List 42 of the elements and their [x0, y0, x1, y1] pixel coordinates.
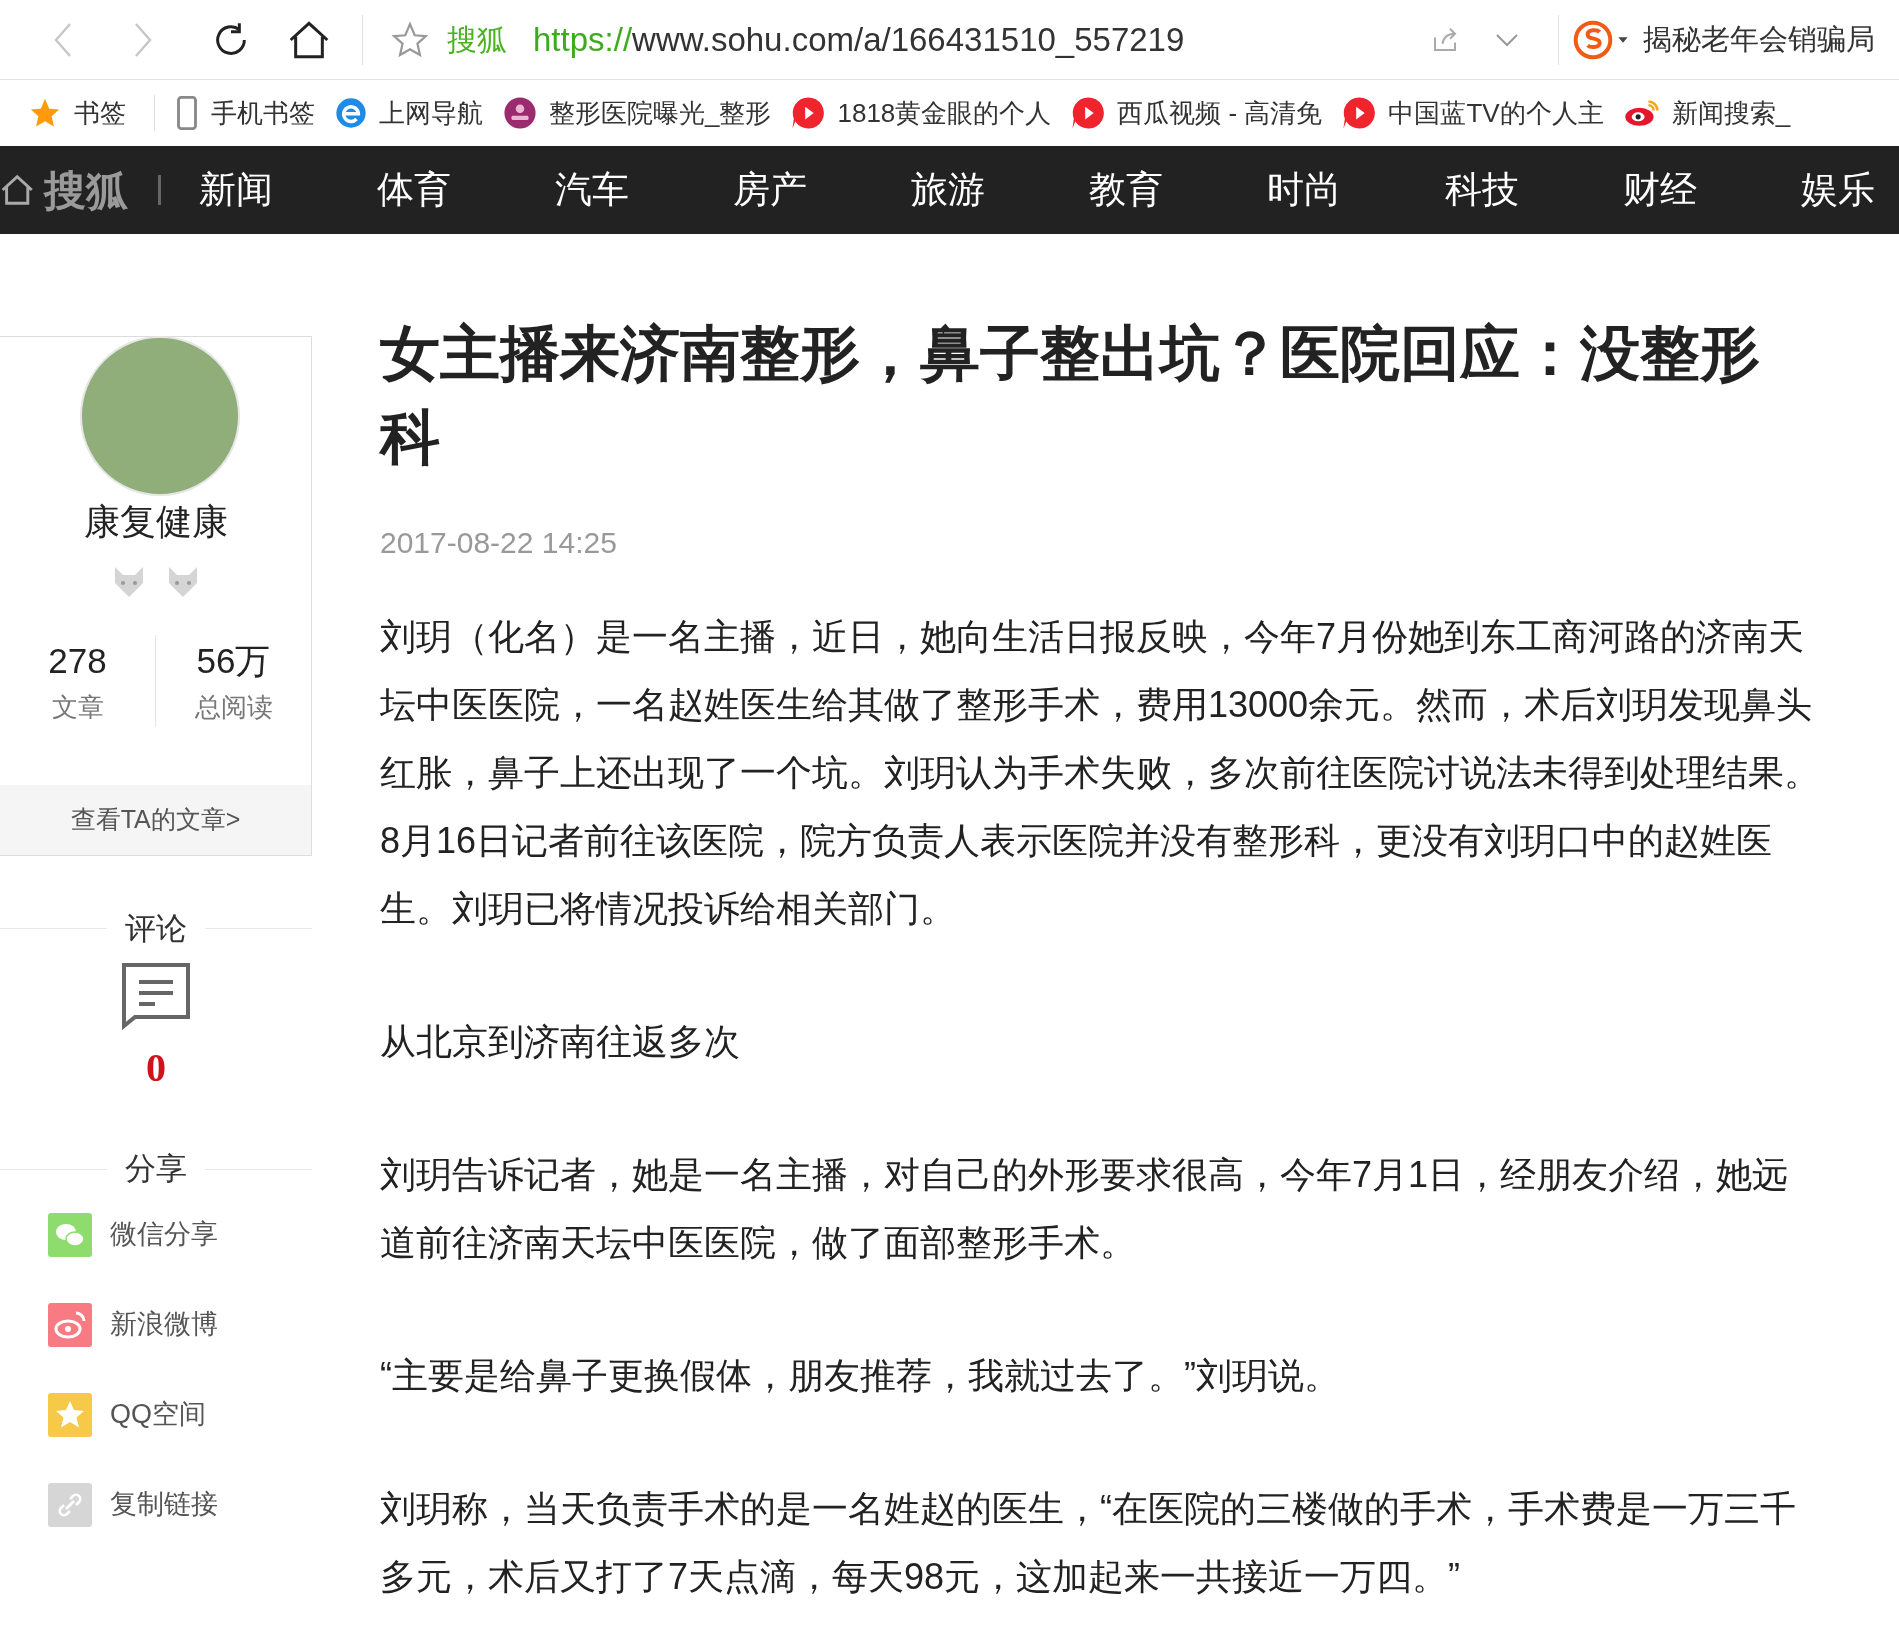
- article-paragraph: 从北京到济南往返多次: [380, 1020, 741, 1064]
- comments-heading: 评论: [124, 909, 188, 948]
- article-title: 女主播来济南整形，鼻子整出坑？医院回应：没整形科: [380, 319, 1760, 473]
- nav-link[interactable]: 汽车: [555, 162, 653, 218]
- bookmark-item[interactable]: 整形医院曝光_整形: [503, 93, 772, 133]
- article-paragraph: 刘玥称，当天负责手术的是一名姓赵的医生，“在医院的三楼做的手术，手术费是一万三千多元，术后又打了7天点滴，每天98元，这加起来一共接近一万四。”: [380, 1487, 1797, 1599]
- address-field[interactable]: https://www.sohu.com/a/166431510_557219: [533, 14, 1430, 65]
- nav-link[interactable]: 财经: [1623, 162, 1721, 218]
- nav-link[interactable]: 教育: [1089, 162, 1187, 218]
- comment-count: 0: [146, 1044, 166, 1092]
- article-date: 2017-08-22 14:25: [380, 525, 618, 561]
- bookmark-item[interactable]: 手机书签: [175, 93, 315, 133]
- article-paragraph: “主要是给鼻子更换假体，朋友推荐，我就过去了。”刘玥说。: [380, 1354, 1341, 1398]
- bookmark-item[interactable]: 西瓜视频 - 高清免: [1071, 93, 1323, 133]
- bookmark-item[interactable]: 上网导航: [335, 93, 483, 133]
- site-name: 搜狐: [447, 22, 507, 58]
- nav-link[interactable]: 时尚: [1267, 162, 1365, 218]
- stat-label: 总阅读: [194, 690, 273, 724]
- share-option[interactable]: 复制链接: [48, 1482, 312, 1527]
- search-suggestion[interactable]: 揭秘老年会销骗局: [1643, 17, 1875, 62]
- stat-label: 文章: [51, 690, 104, 724]
- share-option[interactable]: 微信分享: [48, 1212, 312, 1257]
- author-articles-link[interactable]: 查看TA的文章>: [0, 784, 311, 855]
- site-logo[interactable]: 搜狐: [44, 158, 129, 222]
- share-heading: 分享: [124, 1150, 188, 1188]
- share-option[interactable]: 新浪微博: [48, 1302, 312, 1347]
- nav-link[interactable]: 新闻: [199, 162, 297, 218]
- bookmark-item[interactable]: 新闻搜索_: [1623, 93, 1791, 133]
- author-name: 康复健康: [83, 500, 228, 544]
- bookmark-item[interactable]: 中国蓝TV的个人主: [1342, 93, 1604, 133]
- nav-link[interactable]: 房产: [733, 162, 831, 218]
- stat-value: 278: [48, 640, 107, 682]
- nav-link[interactable]: 旅游: [911, 162, 1009, 218]
- bookmark-item[interactable]: 1818黄金眼的个人: [791, 93, 1052, 133]
- stat-value: 56万: [196, 640, 271, 682]
- nav-link[interactable]: 体育: [377, 162, 475, 218]
- bookmark-item[interactable]: 书签: [28, 93, 126, 133]
- article-paragraph: 刘玥告诉记者，她是一名主播，对自己的外形要求很高，今年7月1日，经朋友介绍，她远道前往济南天坛中医医院，做了面部整形手术。: [380, 1153, 1790, 1265]
- share-option[interactable]: QQ空间: [48, 1392, 312, 1437]
- nav-link[interactable]: 科技: [1445, 162, 1543, 218]
- nav-link[interactable]: 娱乐: [1801, 162, 1899, 218]
- article-paragraph: 刘玥（化名）是一名主播，近日，她向生活日报反映，今年7月份她到东工商河路的济南天坛中医医院，一名赵姓医生给其做了整形手术，费用13000余元。然而，术后刘玥发现鼻头红胀，鼻子上还出现了一个坑。刘玥认为手术失败，多次前往医院讨说法未得到处理结果。8月16日记者前往该医院，院方负责人表示医院并没有整形科，更没有刘玥口中的赵姓医生。刘玥已将情况投诉给相关部门。: [380, 615, 1820, 931]
